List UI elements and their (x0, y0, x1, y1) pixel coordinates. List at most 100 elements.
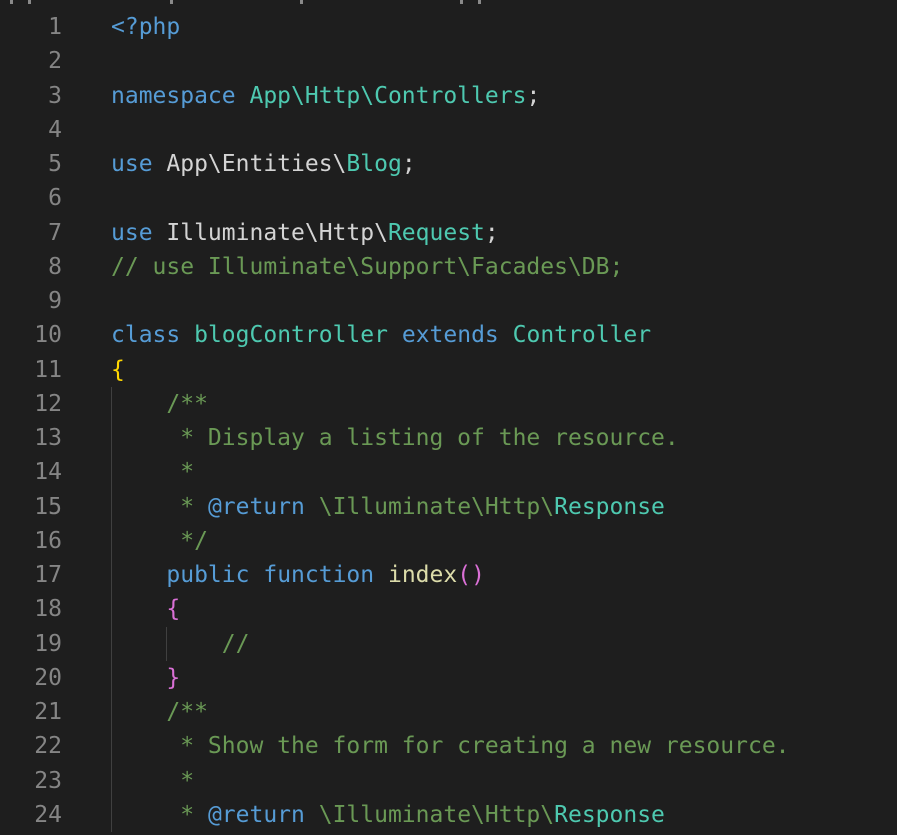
indent-guide (111, 421, 112, 456)
line-number: 9 (48, 288, 62, 314)
code-line[interactable]: * Show the form for creating a new resou… (111, 729, 897, 764)
line-number: 4 (48, 116, 62, 143)
code-token: namespace (111, 82, 236, 109)
line-number: 1 (48, 14, 62, 40)
code-token: () (457, 562, 485, 588)
line-number: 23 (34, 767, 62, 794)
line-number: 20 (34, 664, 62, 691)
line-number: 2 (48, 48, 62, 75)
line-number: 15 (34, 493, 62, 520)
code-token: * (111, 801, 208, 828)
line-number: 21 (34, 699, 62, 725)
code-token: // (111, 630, 250, 657)
code-token: /** (111, 699, 208, 725)
line-number: 7 (48, 219, 62, 246)
indent-guide (111, 626, 112, 661)
line-number: 8 (48, 253, 62, 280)
line-number-gutter: 1 2 3 4 5 6 7 8 9 10 11 12 13 14 15 16 17 18 19 20 21 22 23 24 (0, 10, 70, 832)
code-area[interactable]: <?php namespace App\Http\Controllers; use … (111, 10, 897, 832)
code-token: Request (387, 219, 485, 246)
indent-guide (166, 626, 167, 661)
code-token: Controller (512, 322, 652, 349)
code-line[interactable]: * @return \Illuminate\Http\Response (111, 797, 897, 832)
indent-guide (111, 592, 112, 627)
code-token: } (166, 664, 181, 691)
scrolled-off-line-fragment (0, 0, 897, 5)
code-line[interactable] (111, 113, 897, 147)
line-number: 19 (34, 630, 62, 657)
indent-guide (111, 695, 112, 730)
code-line[interactable] (111, 44, 897, 78)
indent-guide (111, 729, 112, 764)
line-number: 13 (34, 425, 62, 451)
code-token: Response (554, 493, 665, 520)
indent-guide (111, 523, 112, 558)
code-token: { (166, 596, 181, 623)
code-token: Illuminate\Http\ (152, 219, 388, 246)
code-line[interactable]: { (111, 353, 897, 387)
code-line[interactable]: * (111, 455, 897, 490)
line-number: 24 (34, 801, 62, 828)
code-line[interactable]: { (111, 592, 897, 627)
code-token: Response (554, 801, 665, 828)
code-line[interactable]: <?php (111, 10, 897, 44)
indent-guide (111, 797, 112, 832)
line-number: 16 (34, 527, 62, 554)
code-token: App\Entities\ (152, 151, 347, 177)
line-number: 3 (48, 82, 62, 109)
code-token: * (111, 459, 195, 486)
code-token: // use Illuminate\Support\Facades\DB; (111, 253, 624, 280)
code-line[interactable]: * @return \Illuminate\Http\Response (111, 489, 897, 524)
indent-guide (111, 455, 112, 490)
code-token: ; (526, 82, 541, 109)
indent-guide (111, 660, 112, 695)
code-token: index (387, 562, 458, 588)
code-token: App\Http\Controllers (249, 82, 527, 109)
code-line[interactable]: /** (111, 386, 897, 421)
code-token: \Illuminate\Http\ (304, 493, 555, 520)
indent-guide (111, 763, 112, 798)
code-token: public (166, 562, 250, 588)
line-number: 5 (48, 151, 62, 177)
code-token: * (111, 493, 208, 520)
code-line[interactable]: /** (111, 695, 897, 730)
code-token: ; (484, 219, 499, 246)
code-line[interactable]: // (111, 626, 897, 661)
code-line[interactable]: use Illuminate\Http\Request; (111, 216, 897, 250)
code-token: { (111, 356, 125, 383)
code-editor[interactable]: 1 2 3 4 5 6 7 8 9 10 11 12 13 14 15 16 17 18 19 20 21 22 23 24 … (0, 0, 897, 835)
code-token: /** (111, 390, 208, 417)
code-token: use (111, 219, 153, 246)
code-line[interactable]: * Display a listing of the resource. (111, 421, 897, 456)
code-token: * Show the form for creating a new resou… (111, 733, 790, 760)
code-line[interactable]: */ (111, 523, 897, 558)
code-line[interactable] (111, 181, 897, 215)
code-token: \Illuminate\Http\ (304, 801, 555, 828)
indent-guide (111, 558, 112, 593)
code-token: Blog (346, 151, 402, 177)
code-line[interactable]: // use Illuminate\Support\Facades\DB; (111, 250, 897, 284)
code-line[interactable]: public function index() (111, 558, 897, 593)
code-line[interactable]: class blogController extends Controller (111, 318, 897, 352)
line-number: 10 (34, 322, 62, 349)
code-token: * (111, 767, 195, 794)
code-line[interactable]: namespace App\Http\Controllers; (111, 79, 897, 113)
code-token: class (111, 322, 181, 349)
line-number: 14 (34, 459, 62, 486)
code-line[interactable] (111, 284, 897, 318)
code-line[interactable]: } (111, 660, 897, 695)
code-token: extends (401, 322, 499, 349)
code-line[interactable]: use App\Entities\Blog; (111, 147, 897, 181)
code-token: ; (401, 151, 416, 177)
line-number: 18 (34, 596, 62, 623)
line-number: 17 (34, 562, 62, 588)
code-line[interactable]: * (111, 763, 897, 798)
